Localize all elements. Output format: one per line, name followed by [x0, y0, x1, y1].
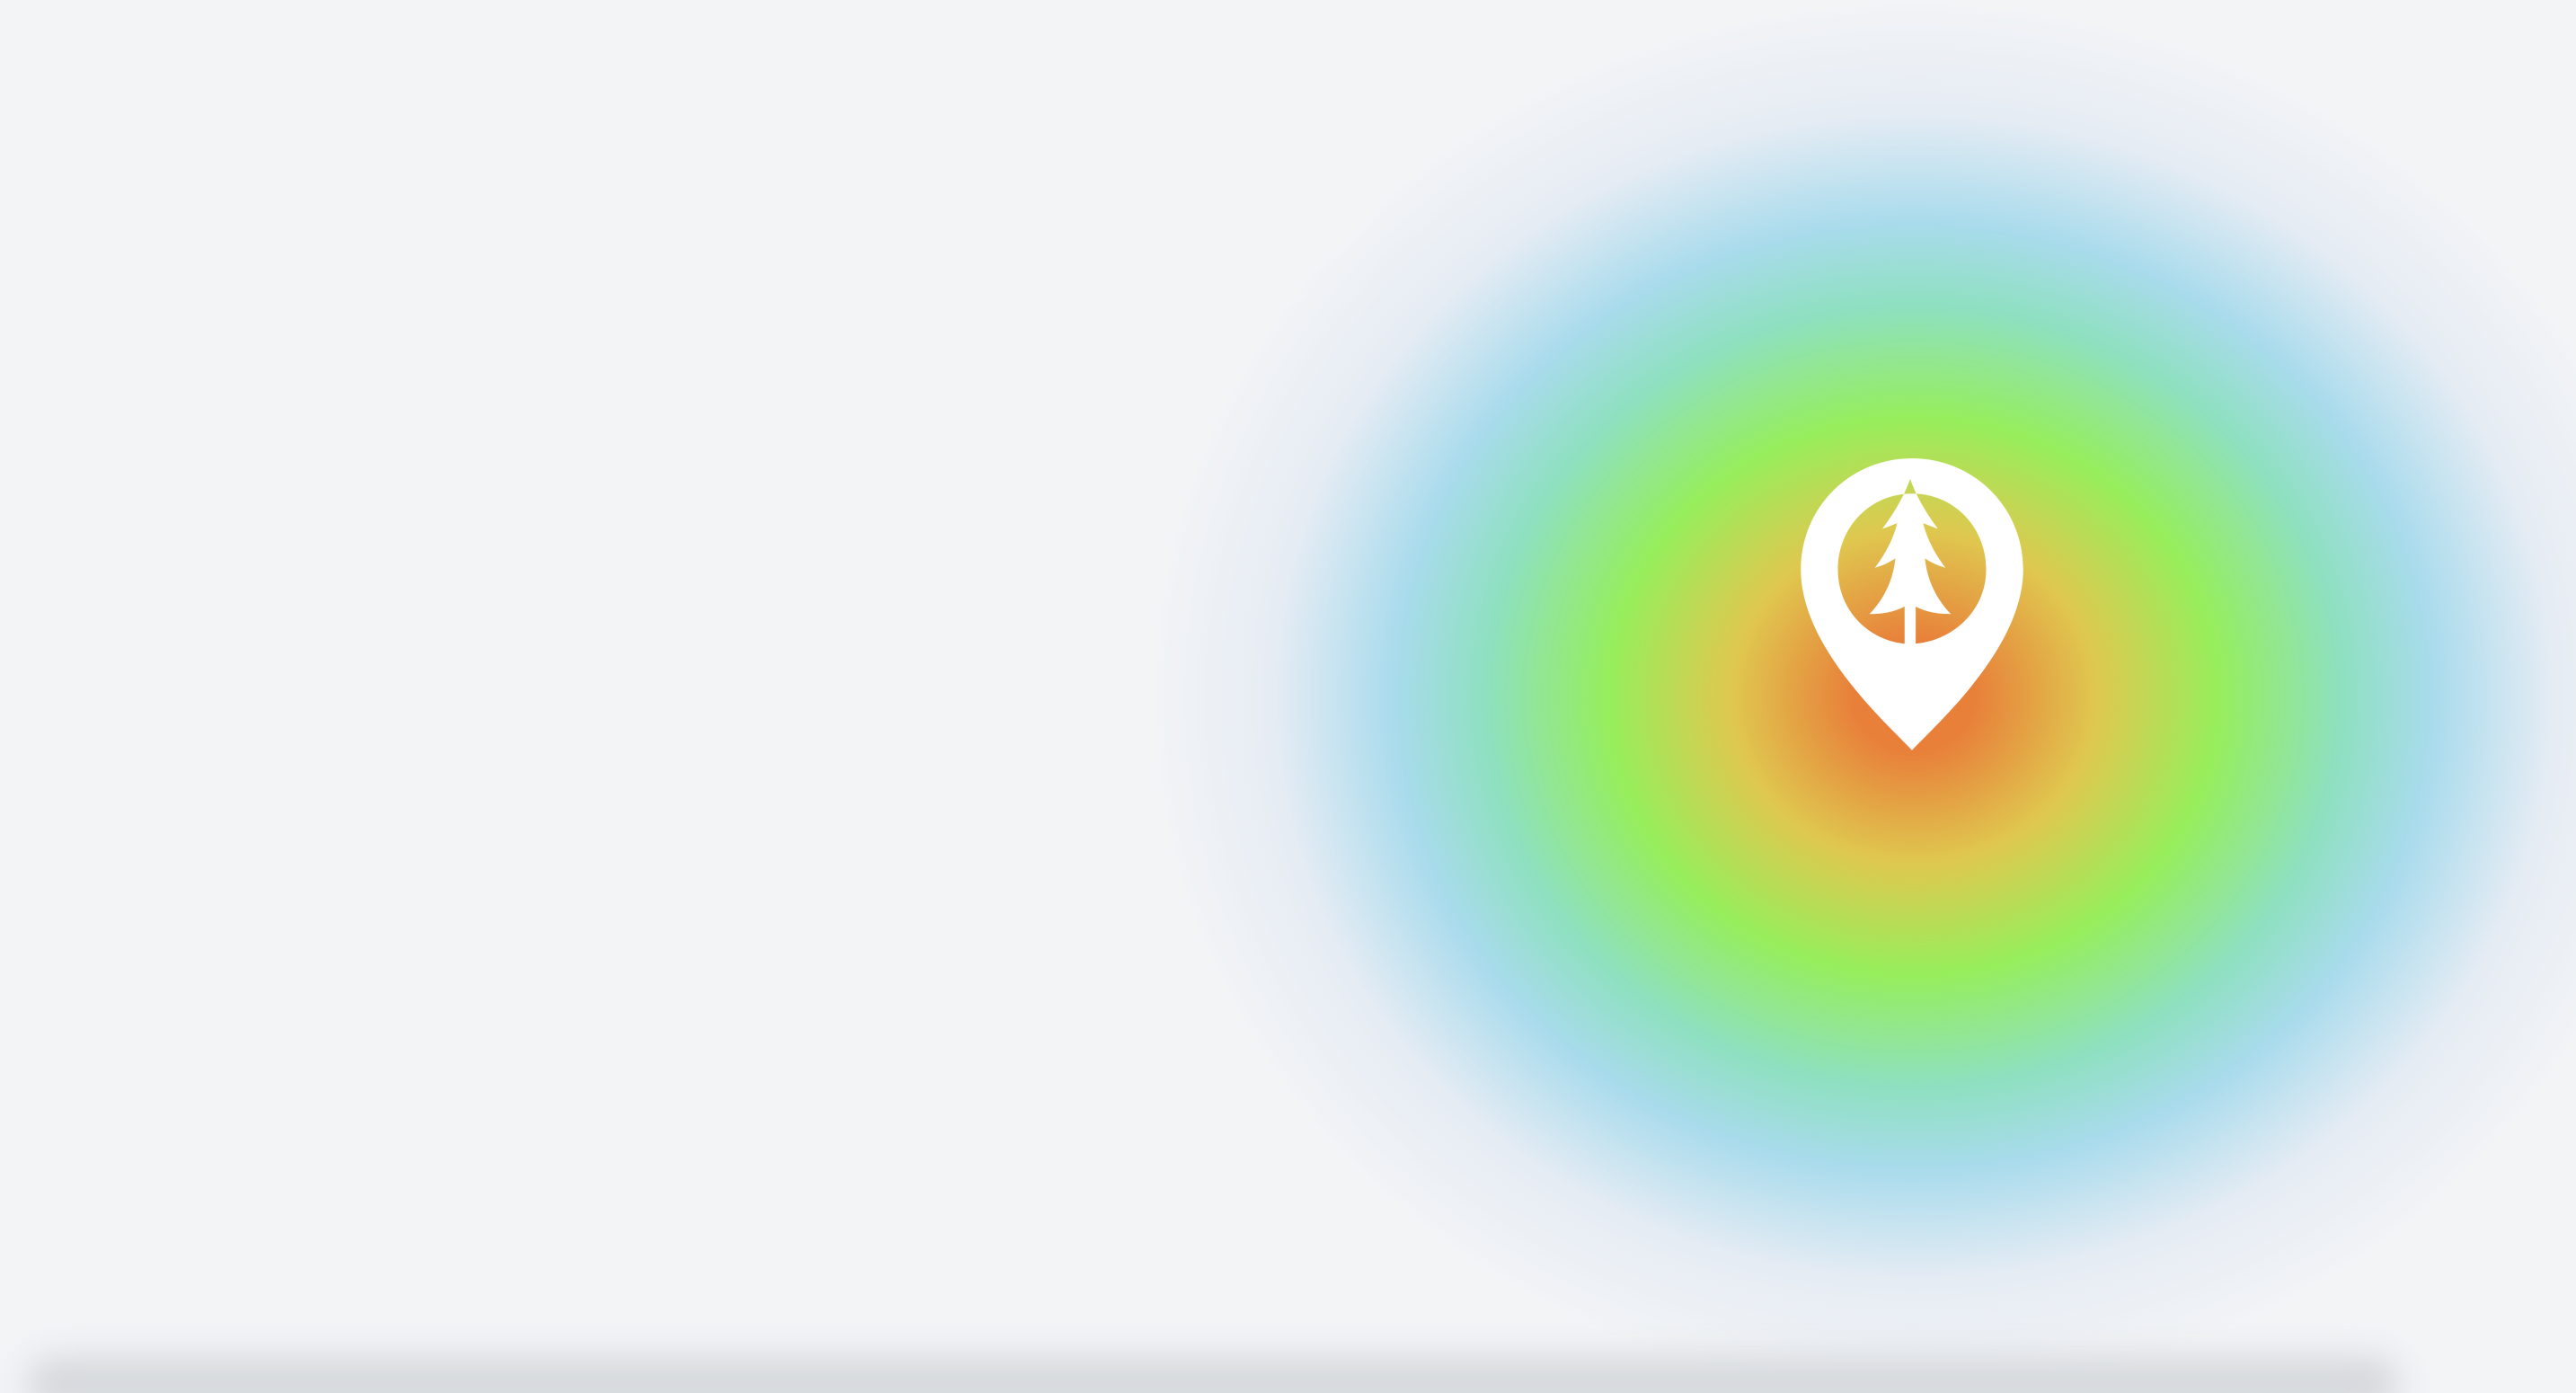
map-bottom-shadow — [27, 1357, 2399, 1393]
map-canvas[interactable] — [0, 0, 2576, 1393]
tree-location-pin-icon — [1801, 458, 2023, 750]
location-marker[interactable] — [1791, 458, 2033, 755]
